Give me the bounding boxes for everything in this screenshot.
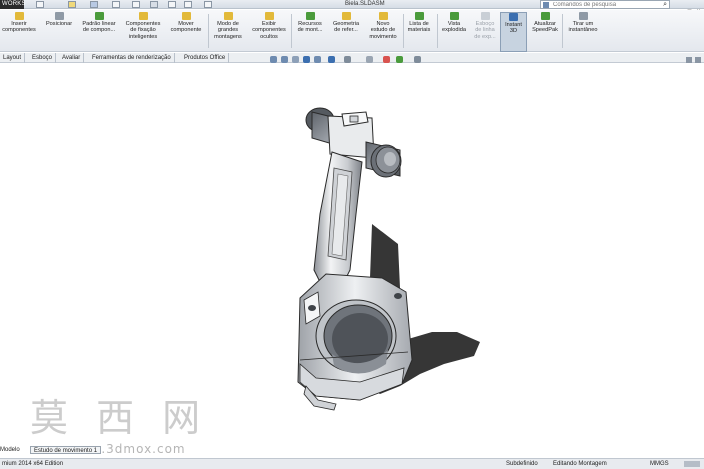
explode-line-icon bbox=[480, 12, 490, 20]
maximize-viewport-icon[interactable] bbox=[695, 57, 701, 63]
model-tabs: Modelo Estudo de movimento 1 bbox=[0, 445, 704, 455]
separator bbox=[208, 14, 209, 48]
mate-button[interactable]: Posicionar bbox=[42, 12, 76, 52]
move-component-button[interactable]: Mover componente bbox=[166, 12, 206, 52]
status-bar: mium 2014 x64 Edition Subdefinido Editan… bbox=[0, 458, 704, 469]
show-hidden-components-button[interactable]: Exibir componentes ocultos bbox=[248, 12, 290, 52]
editing-mode-status: Editando Montagem bbox=[553, 461, 607, 467]
solidworks-window: WORKS Biela.SLDASM ⌕ –□× Inserir compone… bbox=[0, 0, 704, 469]
search-input[interactable] bbox=[553, 1, 657, 8]
view-settings-icon[interactable] bbox=[414, 56, 421, 63]
separator bbox=[291, 14, 292, 48]
tab-model[interactable]: Modelo bbox=[0, 445, 20, 455]
dynamic-annotation-icon[interactable] bbox=[314, 56, 321, 63]
select-icon[interactable] bbox=[150, 1, 158, 8]
view-orientation-icon[interactable] bbox=[328, 56, 335, 63]
big-end[interactable] bbox=[297, 273, 413, 411]
save-icon[interactable] bbox=[90, 1, 98, 8]
rod-shank[interactable] bbox=[313, 151, 363, 287]
exploded-view-button[interactable]: Vista explodida bbox=[438, 12, 470, 52]
zoom-to-fit-icon[interactable] bbox=[270, 56, 277, 63]
apply-scene-icon[interactable] bbox=[396, 56, 403, 63]
graphics-area[interactable] bbox=[0, 64, 704, 455]
window-controls: –□× bbox=[676, 0, 704, 15]
motion-study-icon bbox=[378, 12, 388, 20]
large-assembly-mode-button[interactable]: Modo de grandes montagens bbox=[210, 12, 246, 52]
open-folder-icon[interactable] bbox=[68, 1, 76, 8]
search-box[interactable]: ⌕ bbox=[540, 0, 670, 9]
tab-render-tools[interactable]: Ferramentas de renderização bbox=[89, 53, 175, 63]
large-assembly-icon bbox=[223, 12, 233, 20]
exploded-view-icon bbox=[449, 12, 459, 20]
speedpak-icon bbox=[540, 12, 550, 20]
definition-status: Subdefinido bbox=[506, 461, 538, 467]
mate-icon bbox=[54, 12, 64, 20]
move-component-icon bbox=[181, 12, 191, 20]
connecting-rod-model[interactable] bbox=[0, 64, 704, 455]
take-snapshot-button[interactable]: Tirar um instantâneo bbox=[563, 12, 603, 52]
assembly-features-button[interactable]: Recursos de mont... bbox=[293, 12, 327, 52]
reference-geometry-button[interactable]: Geometria de refer... bbox=[329, 12, 363, 52]
linear-pattern-button[interactable]: Padrão linear de compon... bbox=[78, 12, 120, 52]
snapshot-icon bbox=[578, 12, 588, 20]
explode-line-sketch-button[interactable]: Esboço de linha de exp... bbox=[471, 12, 499, 52]
hide-show-items-icon[interactable] bbox=[366, 56, 373, 63]
section-view-icon[interactable] bbox=[303, 56, 310, 63]
insert-components-button[interactable]: Inserir componentes bbox=[0, 12, 38, 52]
search-scope-icon[interactable] bbox=[543, 2, 549, 8]
command-manager: Inserir componentes Posicionar Padrão li… bbox=[0, 10, 704, 52]
print-icon[interactable] bbox=[112, 1, 120, 8]
rebuild-icon[interactable] bbox=[168, 1, 176, 8]
undo-icon[interactable] bbox=[132, 1, 140, 8]
edit-appearance-icon[interactable] bbox=[383, 56, 390, 63]
document-title: Biela.SLDASM bbox=[345, 1, 385, 7]
tab-motion-study[interactable]: Estudo de movimento 1 bbox=[30, 446, 102, 454]
smart-fasteners-button[interactable]: Componentes de fixação inteligentes bbox=[122, 12, 164, 52]
smart-fasteners-icon bbox=[138, 12, 148, 20]
bill-of-materials-button[interactable]: Lista de materiais bbox=[404, 12, 434, 52]
file-properties-icon[interactable] bbox=[184, 1, 192, 8]
new-motion-study-button[interactable]: Novo estudo de movimento bbox=[364, 12, 402, 52]
title-bar: WORKS Biela.SLDASM ⌕ –□× bbox=[0, 0, 704, 15]
tab-office-products[interactable]: Produtos Office bbox=[181, 53, 230, 63]
search-icon[interactable]: ⌕ bbox=[663, 1, 667, 8]
tab-layout[interactable]: Layout bbox=[0, 53, 26, 63]
assembly-features-icon bbox=[305, 12, 315, 20]
edition-text: mium 2014 x64 Edition bbox=[2, 461, 64, 467]
instant3d-icon bbox=[509, 13, 518, 21]
update-speedpak-button[interactable]: Atualizar SpeedPak bbox=[529, 12, 561, 52]
new-document-icon[interactable] bbox=[36, 1, 44, 8]
display-style-icon[interactable] bbox=[344, 56, 351, 63]
options-icon[interactable] bbox=[204, 1, 212, 8]
previous-view-icon[interactable] bbox=[292, 56, 299, 63]
linear-pattern-icon bbox=[94, 12, 104, 20]
show-hidden-icon bbox=[264, 12, 274, 20]
status-icons[interactable] bbox=[684, 461, 700, 467]
insert-component-icon bbox=[14, 12, 24, 20]
tab-evaluate[interactable]: Avaliar bbox=[59, 53, 85, 63]
zoom-to-area-icon[interactable] bbox=[281, 56, 288, 63]
viewport-controls bbox=[686, 57, 704, 63]
app-logo: WORKS bbox=[0, 0, 26, 9]
tab-sketch[interactable]: Esboço bbox=[29, 53, 57, 63]
unit-system[interactable]: MMGS bbox=[650, 459, 669, 469]
bill-of-materials-icon bbox=[414, 12, 424, 20]
split-view-icon[interactable] bbox=[686, 57, 692, 63]
instant3d-button[interactable]: Instant 3D bbox=[500, 12, 527, 52]
reference-geometry-icon bbox=[341, 12, 351, 20]
